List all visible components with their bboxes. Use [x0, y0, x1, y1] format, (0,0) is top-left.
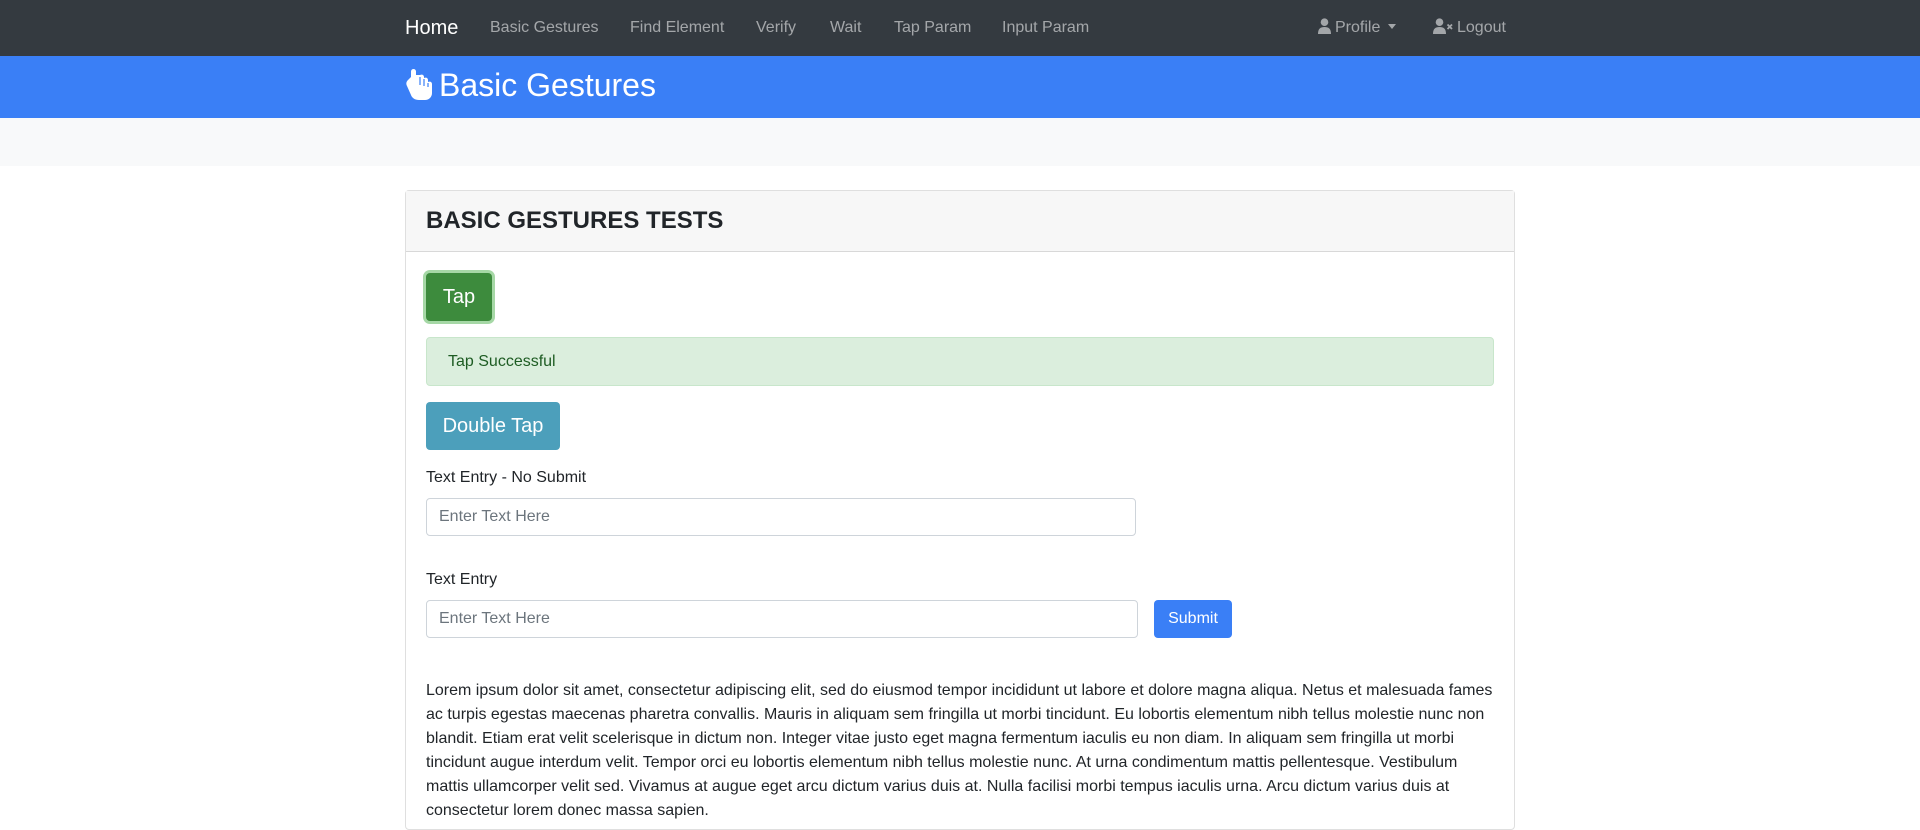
text-entry-label: Text Entry	[426, 571, 498, 588]
logout-label: Logout	[1457, 19, 1506, 36]
submit-button[interactable]: Submit	[1154, 600, 1232, 638]
nav-link-input-param[interactable]: Input Param	[1002, 18, 1089, 38]
page-header: Basic Gestures	[0, 56, 1920, 118]
text-entry-no-submit-label: Text Entry - No Submit	[426, 469, 587, 486]
caret-down-icon	[1388, 24, 1397, 29]
nav-home-link[interactable]: Home	[405, 16, 458, 40]
pointing-hand-icon	[406, 69, 432, 100]
card-title: BASIC GESTURES TESTS	[426, 207, 724, 234]
alert-text: Tap Successful	[448, 353, 556, 370]
tap-success-alert: Tap Successful	[426, 337, 1494, 386]
nav-link-wait[interactable]: Wait	[830, 18, 861, 38]
user-times-icon	[1433, 18, 1453, 34]
profile-dropdown[interactable]: Profile	[1318, 18, 1397, 38]
basic-gestures-card: BASIC GESTURES TESTS Tap Tap Successful …	[405, 190, 1515, 830]
card-header: BASIC GESTURES TESTS	[406, 191, 1514, 252]
top-navbar: Home Basic Gestures Find Element Verify …	[0, 0, 1920, 56]
nav-link-basic-gestures[interactable]: Basic Gestures	[490, 18, 598, 38]
sub-header-band	[0, 118, 1920, 166]
profile-label: Profile	[1335, 19, 1381, 36]
nav-link-verify[interactable]: Verify	[756, 18, 796, 38]
page-title: Basic Gestures	[405, 65, 656, 105]
logout-link[interactable]: Logout	[1433, 18, 1506, 38]
page-title-text: Basic Gestures	[439, 67, 656, 103]
text-entry-input[interactable]	[426, 600, 1138, 638]
double-tap-button[interactable]: Double Tap	[426, 402, 560, 450]
user-icon	[1318, 18, 1331, 34]
text-entry-no-submit-input[interactable]	[426, 498, 1136, 536]
tap-button[interactable]: Tap	[426, 273, 492, 321]
nav-link-tap-param[interactable]: Tap Param	[894, 18, 971, 38]
lorem-paragraph: Lorem ipsum dolor sit amet, consectetur …	[426, 682, 1493, 819]
nav-link-find-element[interactable]: Find Element	[630, 18, 724, 38]
